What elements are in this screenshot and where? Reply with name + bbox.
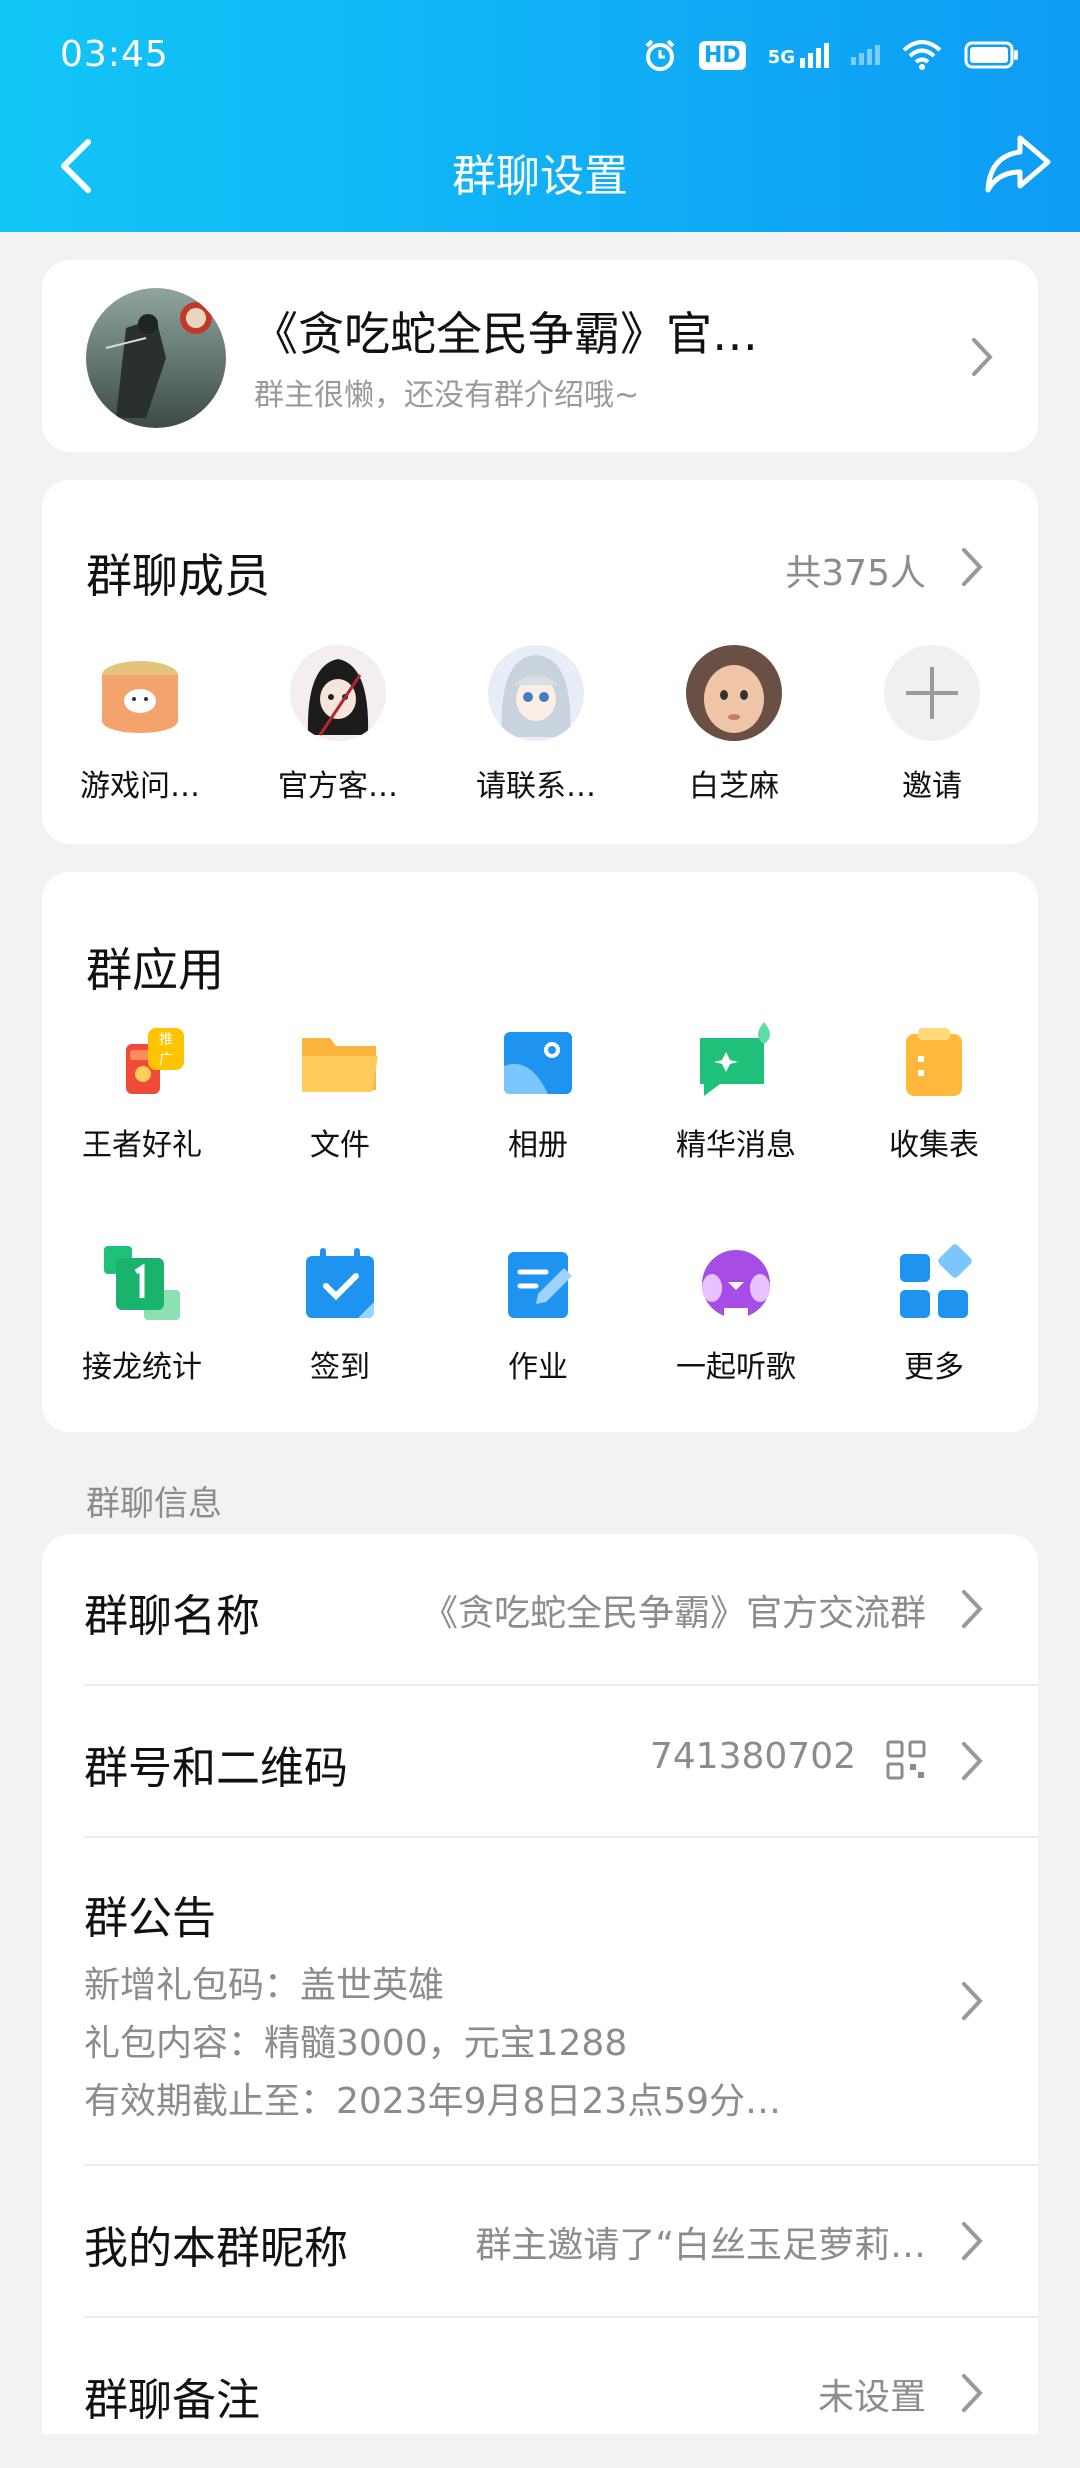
group-intro: 群主很懒，还没有群介绍哦~ <box>254 378 640 413</box>
homework-icon <box>496 1242 580 1326</box>
app-checkin[interactable]: 签到 <box>240 1242 440 1386</box>
app-label: 相册 <box>508 1128 568 1163</box>
group-avatar <box>86 288 226 428</box>
member-avatar <box>686 645 782 741</box>
chevron-right-icon <box>972 338 993 376</box>
battery-icon <box>964 41 1018 69</box>
remark-value: 未设置 <box>817 2377 926 2418</box>
group-remark-row[interactable]: 群聊备注 未设置 <box>42 2318 1038 2468</box>
relay-stat-icon <box>100 1242 184 1326</box>
app-label: 收集表 <box>889 1128 979 1163</box>
member-name: 请联系… <box>476 769 596 804</box>
app-label: 一起听歌 <box>676 1350 796 1385</box>
member-name: 白芝麻 <box>689 769 779 804</box>
app-essence-messages[interactable]: 精华消息 <box>636 1020 836 1164</box>
gift-icon: 推广 <box>100 1020 184 1104</box>
chevron-right-icon <box>962 1590 983 1628</box>
signal-5g-icon: 5G <box>767 42 829 68</box>
row-title: 我的本群昵称 <box>84 2223 348 2274</box>
app-label: 文件 <box>310 1128 370 1163</box>
nickname-value: 群主邀请了“白丝玉足萝莉… <box>475 2225 926 2266</box>
member-avatar <box>92 645 188 741</box>
app-homework[interactable]: 作业 <box>438 1242 638 1386</box>
app-wangzhe-gift[interactable]: 推广 王者好礼 <box>42 1020 242 1164</box>
app-relay-stats[interactable]: 接龙统计 <box>42 1242 242 1386</box>
alarm-icon <box>645 39 675 71</box>
info-section-label: 群聊信息 <box>86 1484 222 1524</box>
my-nickname-row[interactable]: 我的本群昵称 群主邀请了“白丝玉足萝莉… <box>42 2166 1038 2316</box>
group-name-row[interactable]: 群聊名称 《贪吃蛇全民争霸》官方交流群 <box>42 1534 1038 1684</box>
essence-message-icon <box>694 1020 778 1104</box>
nav-bar: 群聊设置 <box>0 120 1080 210</box>
chevron-right-icon <box>962 2222 983 2260</box>
app-label: 王者好礼 <box>82 1128 202 1163</box>
invite-label: 邀请 <box>902 769 962 804</box>
notice-line: 有效期截止至：2023年9月8日23点59分… <box>84 2081 782 2122</box>
group-info-card: 群聊名称 《贪吃蛇全民争霸》官方交流群 群号和二维码 741380702 群公告… <box>42 1534 1038 2434</box>
chevron-right-icon[interactable] <box>958 546 986 588</box>
member-item[interactable]: 白芝麻 <box>644 645 824 805</box>
signal-weak-icon <box>851 45 880 65</box>
member-item[interactable]: 请联系… <box>446 645 626 805</box>
page-title: 群聊设置 <box>452 151 628 202</box>
member-item[interactable]: 官方客… <box>248 645 428 805</box>
app-label: 精华消息 <box>676 1128 796 1163</box>
group-name-value: 《贪吃蛇全民争霸》官方交流群 <box>421 1593 926 1634</box>
app-files[interactable]: 文件 <box>240 1020 440 1164</box>
checkin-calendar-icon <box>298 1242 382 1326</box>
app-label: 接龙统计 <box>82 1350 202 1385</box>
add-icon <box>884 645 980 741</box>
notice-line: 新增礼包码：盖世英雄 <box>84 1965 445 2006</box>
folder-icon <box>298 1020 382 1104</box>
wifi-icon <box>902 40 942 70</box>
app-album[interactable]: 相册 <box>438 1020 638 1164</box>
status-time: 03:45 <box>60 34 169 75</box>
members-title: 群聊成员 <box>86 549 270 603</box>
app-listen-together[interactable]: 一起听歌 <box>636 1242 836 1386</box>
apps-title: 群应用 <box>86 943 224 997</box>
group-id-qrcode-row[interactable]: 群号和二维码 741380702 <box>42 1686 1038 1836</box>
group-profile-card[interactable]: 《贪吃蛇全民争霸》官… 群主很懒，还没有群介绍哦~ <box>42 260 1038 452</box>
row-title: 群公告 <box>84 1893 216 1944</box>
promo-badge: 推广 <box>148 1028 184 1070</box>
chevron-right-icon <box>962 1742 983 1780</box>
member-count[interactable]: 共375人 <box>785 544 926 596</box>
network-label: 5G <box>767 46 795 68</box>
member-avatar <box>488 645 584 741</box>
group-notice-row[interactable]: 群公告 新增礼包码：盖世英雄 礼包内容：精髓3000，元宝1288 有效期截止至… <box>42 1838 1038 2158</box>
app-label: 更多 <box>904 1350 964 1385</box>
app-label: 签到 <box>310 1350 370 1385</box>
member-item[interactable]: 游戏问… <box>50 645 230 805</box>
notice-line: 礼包内容：精髓3000，元宝1288 <box>84 2023 628 2064</box>
row-title: 群聊名称 <box>84 1591 260 1642</box>
row-title: 群聊备注 <box>84 2375 260 2426</box>
hd-icon: HD <box>699 40 746 70</box>
qrcode-icon <box>886 1740 926 1780</box>
chevron-right-icon <box>962 2374 983 2412</box>
album-icon <box>496 1020 580 1104</box>
chevron-right-icon <box>962 1982 983 2020</box>
members-card: 群聊成员 共375人 游戏问… 官方客… 请联系… 白芝麻 邀请 <box>42 480 1038 844</box>
share-icon[interactable] <box>982 132 1052 196</box>
invite-button[interactable]: 邀请 <box>842 645 1022 805</box>
status-icons: HD 5G <box>643 38 1020 72</box>
row-title: 群号和二维码 <box>84 1743 348 1794</box>
clipboard-icon <box>892 1020 976 1104</box>
top-bar: 03:45 HD 5G 群聊设置 <box>0 0 1080 232</box>
listen-music-icon <box>694 1242 778 1326</box>
member-avatar <box>290 645 386 741</box>
app-collection-form[interactable]: 收集表 <box>834 1020 1034 1164</box>
group-apps-card: 群应用 推广 王者好礼 文件 相册 精华消息 收集表 接龙统计 签到 作业 一起… <box>42 872 1038 1432</box>
member-name: 官方客… <box>278 769 398 804</box>
member-name: 游戏问… <box>80 769 200 804</box>
group-id-value: 741380702 <box>649 1736 856 1777</box>
app-more[interactable]: 更多 <box>834 1242 1034 1386</box>
more-grid-icon <box>892 1242 976 1326</box>
app-label: 作业 <box>508 1350 568 1385</box>
group-name: 《贪吃蛇全民争霸》官… <box>252 307 758 361</box>
